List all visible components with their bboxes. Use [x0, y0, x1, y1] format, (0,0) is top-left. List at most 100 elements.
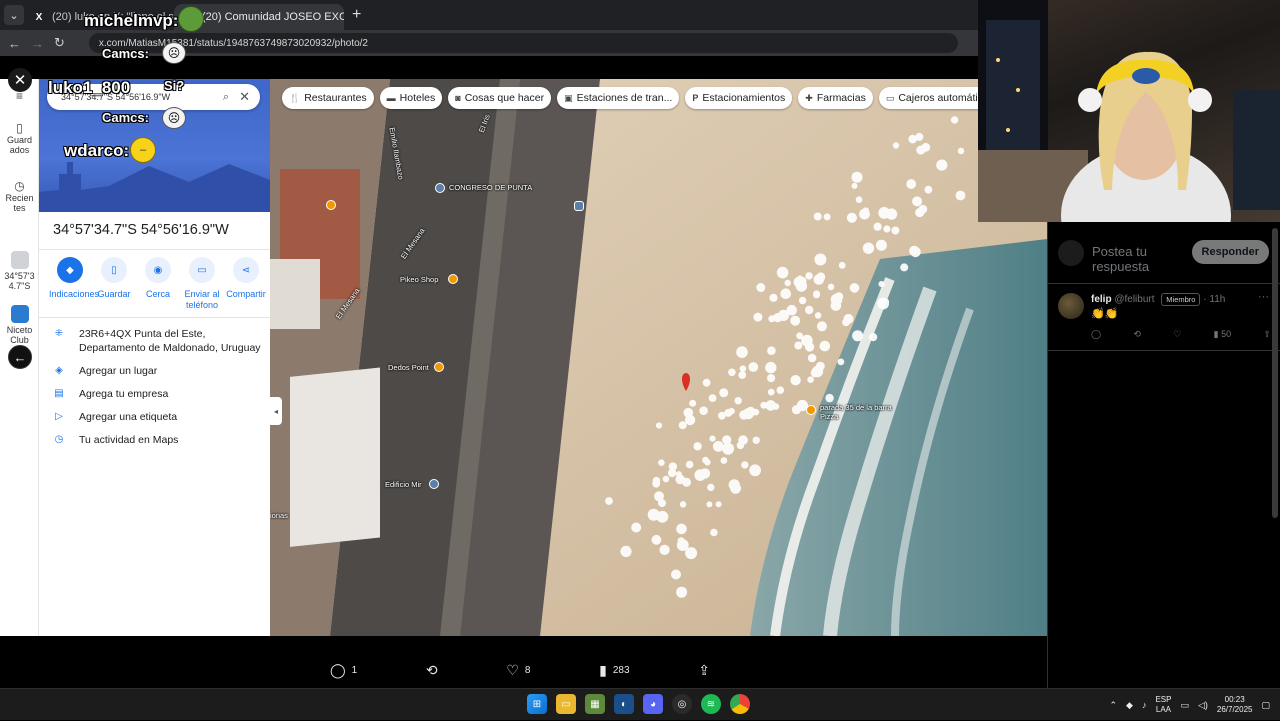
beach-umbrella [631, 522, 642, 533]
forward-icon[interactable]: → [31, 36, 44, 51]
beach-umbrella [804, 342, 815, 352]
beach-umbrella [752, 436, 760, 444]
poi-marker-icon[interactable] [806, 405, 816, 415]
heart-icon[interactable]: ♡ [1173, 329, 1181, 340]
poi-marker-icon[interactable] [448, 274, 458, 284]
close-lightbox-button[interactable]: ✕ [8, 68, 32, 92]
chrome-icon[interactable] [730, 694, 750, 714]
pharmacy-icon: ✚ [805, 92, 813, 103]
activity-row[interactable]: ◷ Tu actividad en Maps [53, 433, 179, 447]
poi-marker-icon[interactable] [326, 200, 336, 210]
views-action[interactable]: ▮ 283 [599, 662, 629, 679]
chip-restaurants[interactable]: 🍴 Restaurantes [282, 87, 374, 109]
windows-start-icon[interactable]: ⊞ [527, 694, 547, 714]
beach-umbrella [892, 142, 900, 149]
discord-icon[interactable]: ◕ [643, 694, 663, 714]
clock[interactable]: 00:23 26/7/2025 [1217, 695, 1253, 715]
file-explorer-icon[interactable]: ▭ [556, 694, 576, 714]
like-action[interactable]: ♡ 8 [506, 662, 530, 679]
scrollbar[interactable] [1272, 228, 1278, 518]
avatar[interactable] [1058, 293, 1084, 319]
beach-umbrella [679, 501, 687, 508]
satellite-map-view[interactable]: 🍴 Restaurantes ▬ Hoteles ◙ Cosas que hacer … [270, 79, 1047, 636]
chip-transit[interactable]: ▣ Estaciones de tran... [557, 87, 680, 109]
beach-umbrella [706, 501, 713, 508]
notifications-icon[interactable]: ▢ [1261, 700, 1270, 711]
poi-marker-icon[interactable] [435, 183, 445, 193]
beach-umbrella [878, 281, 885, 288]
directions-button[interactable]: ◆ Indicaciones [49, 257, 99, 311]
chip-hotels[interactable]: ▬ Hoteles [379, 87, 443, 109]
menu-icon[interactable]: ≡ [0, 90, 39, 103]
nearby-icon: ◉ [145, 257, 171, 283]
parking-icon: P [692, 93, 699, 103]
beach-umbrella [655, 422, 663, 429]
steam-icon[interactable]: ◐ [614, 694, 634, 714]
reply-composer: Postea tu respuesta Responder [1048, 222, 1280, 284]
views-action[interactable]: ▮ 50 [1214, 329, 1231, 340]
beach-umbrella [710, 528, 718, 537]
reply-action[interactable]: ◯ 1 [330, 662, 357, 679]
volume-icon[interactable]: ◁) [1198, 700, 1208, 711]
repost-icon[interactable]: ⟲ [1133, 329, 1141, 340]
repost-action[interactable]: ⟲ [426, 662, 438, 679]
search-icon[interactable]: ⌕ [223, 91, 229, 104]
neutral-face-emote-icon: ‒ [130, 137, 156, 163]
poi-marker-icon[interactable] [434, 362, 444, 372]
beach-umbrella [676, 523, 687, 535]
app-icon[interactable]: ▦ [585, 694, 605, 714]
beach-umbrella [830, 293, 843, 306]
network-icon[interactable]: ▭ [1180, 700, 1189, 711]
add-label-row[interactable]: ▷ Agregar una etiqueta [53, 410, 177, 424]
url-field[interactable]: x.com/MatiasM15381/status/19487637498730… [88, 33, 958, 53]
add-place-row[interactable]: ◈ Agregar un lugar [53, 364, 157, 378]
new-tab-button[interactable]: + [352, 6, 361, 24]
beach-umbrella [883, 225, 891, 233]
beach-umbrella [851, 182, 858, 189]
language-indicator[interactable]: ESP LAA [1155, 695, 1171, 715]
beach-umbrella [842, 318, 850, 327]
reply-input[interactable]: Postea tu respuesta [1092, 244, 1182, 274]
transit-marker-icon[interactable] [574, 201, 584, 211]
fork-icon: 🍴 [289, 92, 301, 103]
poi-marker-icon[interactable] [429, 479, 439, 489]
clear-search-icon[interactable]: ✕ [239, 89, 250, 105]
reply-author-handle[interactable]: @feliburt [1114, 294, 1154, 305]
reply-author-name[interactable]: felip [1091, 294, 1112, 305]
chevron-up-icon[interactable]: ⌃ [1109, 700, 1117, 711]
share-icon[interactable]: ⇪ [1263, 329, 1271, 340]
previous-photo-button[interactable]: ← [8, 345, 32, 369]
shield-icon[interactable]: ◆ [1126, 700, 1133, 711]
rail-recent-coords[interactable]: 34°57'34.7"S [0, 251, 39, 291]
spotify-icon[interactable]: ≋ [701, 694, 721, 714]
add-business-row[interactable]: ▤ Agrega tu empresa [53, 387, 168, 401]
beach-umbrella [742, 408, 754, 420]
chip-pharmacies[interactable]: ✚ Farmacias [798, 87, 873, 109]
troll-face-emote-icon: ☹ [162, 107, 186, 129]
save-button[interactable]: ▯ Guardar [93, 257, 135, 311]
share-action[interactable]: ⇪ [698, 662, 710, 679]
beach-umbrella [817, 321, 827, 332]
plus-code-icon: ⁜ [54, 328, 64, 339]
tab-list-button[interactable]: ⌄ [4, 5, 24, 25]
chip-parking[interactable]: P Estacionamientos [685, 87, 793, 109]
reply-button[interactable]: Responder [1191, 240, 1269, 264]
more-options-icon[interactable]: ··· [1258, 291, 1269, 303]
back-icon[interactable]: ← [8, 36, 21, 51]
send-to-phone-button[interactable]: ▭ Enviar al teléfono [181, 257, 223, 311]
rail-niceto-club[interactable]: Niceto Club [0, 305, 39, 345]
reload-icon[interactable]: ↻ [54, 35, 65, 51]
obs-icon[interactable]: ◎ [672, 694, 692, 714]
microphone-icon[interactable]: ♪ [1142, 700, 1147, 710]
rail-saved[interactable]: ▯ Guardados [0, 122, 39, 155]
share-button[interactable]: ⋖ Compartir [225, 257, 267, 311]
beach-umbrella [773, 313, 783, 323]
collapse-panel-button[interactable]: ◂ [270, 397, 282, 425]
chip-things-to-do[interactable]: ◙ Cosas que hacer [448, 87, 552, 109]
nearby-button[interactable]: ◉ Cerca [137, 257, 179, 311]
comment-icon[interactable]: ◯ [1091, 329, 1101, 340]
plus-code-row[interactable]: ⁜ 23R6+4QX Punta del Este, Departamento d… [53, 327, 261, 355]
reply-item[interactable]: felip @feliburt Miembro · 11h ··· 👏👏 ◯ ⟲… [1048, 285, 1280, 351]
add-place-icon: ◈ [55, 365, 63, 376]
rail-recents[interactable]: ◷ Recientes [0, 180, 39, 213]
